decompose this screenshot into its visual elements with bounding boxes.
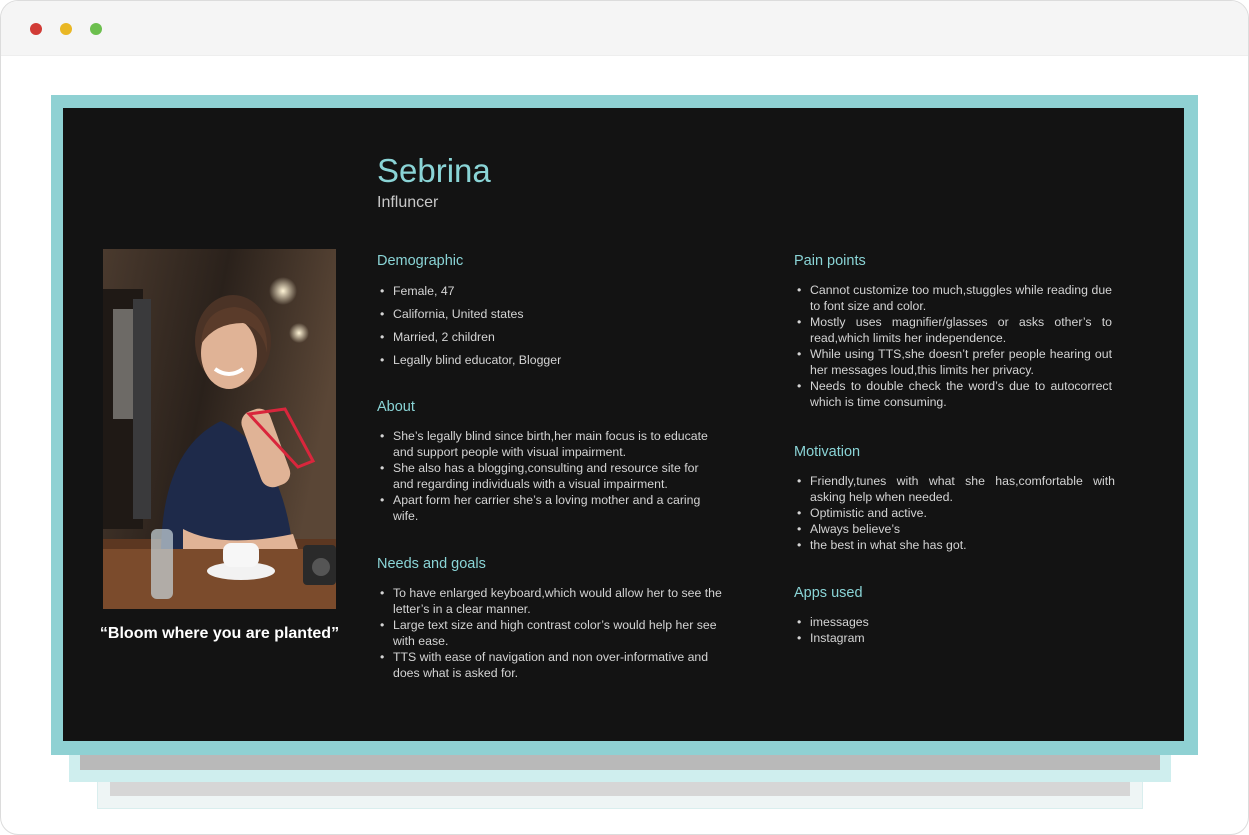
list-item: Cannot customize too much,stuggles while… <box>794 282 1112 314</box>
list-item: imessages <box>794 614 1112 630</box>
about-title: About <box>377 399 415 415</box>
demographic-section: Demographic Female, 47 California, Unite… <box>377 253 727 375</box>
apps-used-section: Apps used imessages Instagram <box>794 585 1112 646</box>
pain-points-section: Pain points Cannot customize too much,st… <box>794 253 1112 410</box>
portrait-photo <box>103 249 336 609</box>
minimize-window-button[interactable] <box>60 23 72 35</box>
list-item: Instagram <box>794 630 1112 646</box>
persona-quote: “Bloom where you are planted” <box>99 625 340 642</box>
needs-goals-section: Needs and goals To have enlarged keyboar… <box>377 556 722 681</box>
list-item: Mostly uses magnifier/glasses or asks ot… <box>794 314 1112 346</box>
pain-points-title: Pain points <box>794 253 866 269</box>
list-item: Needs to double check the word’s due to … <box>794 378 1112 410</box>
needs-goals-title: Needs and goals <box>377 556 486 572</box>
motivation-list: Friendly,tunes with what she has,comfort… <box>794 473 1115 553</box>
slide-stack-shadow-middle <box>69 752 1171 782</box>
pain-points-list: Cannot customize too much,stuggles while… <box>794 282 1112 410</box>
apps-used-list: imessages Instagram <box>794 614 1112 646</box>
list-item: TTS with ease of navigation and non over… <box>377 649 722 681</box>
list-item: Optimistic and active. <box>794 505 1115 521</box>
close-window-button[interactable] <box>30 23 42 35</box>
window-titlebar <box>1 1 1248 56</box>
demographic-list: Female, 47 California, United states Mar… <box>377 283 727 368</box>
persona-name: Sebrina <box>377 152 491 189</box>
persona-role: Influncer <box>377 194 439 211</box>
list-item: California, United states <box>377 306 727 322</box>
list-item: Married, 2 children <box>377 329 727 345</box>
list-item: Female, 47 <box>377 283 727 299</box>
list-item: Legally blind educator, Blogger <box>377 352 727 368</box>
maximize-window-button[interactable] <box>90 23 102 35</box>
motivation-title: Motivation <box>794 444 861 460</box>
list-item: She’s legally blind since birth,her main… <box>377 428 722 460</box>
list-item: She also has a blogging,consulting and r… <box>377 460 722 492</box>
list-item: Apart form her carrier she’s a loving mo… <box>377 492 722 524</box>
about-section: About She’s legally blind since birth,he… <box>377 399 722 524</box>
apps-used-title: Apps used <box>794 585 863 601</box>
needs-goals-list: To have enlarged keyboard,which would al… <box>377 585 722 681</box>
about-list: She’s legally blind since birth,her main… <box>377 428 722 524</box>
demographic-title: Demographic <box>377 253 464 269</box>
list-item: the best in what she has got. <box>794 537 1115 553</box>
list-item: Always believe’s <box>794 521 1115 537</box>
persona-card: Sebrina Influncer “Bloom where you are p… <box>63 108 1184 741</box>
list-item: While using TTS,she doesn’t prefer peopl… <box>794 346 1112 378</box>
motivation-section: Motivation Friendly,tunes with what she … <box>794 444 1115 553</box>
list-item: Large text size and high contrast color’… <box>377 617 722 649</box>
list-item: To have enlarged keyboard,which would al… <box>377 585 722 617</box>
list-item: Friendly,tunes with what she has,comfort… <box>794 473 1115 505</box>
